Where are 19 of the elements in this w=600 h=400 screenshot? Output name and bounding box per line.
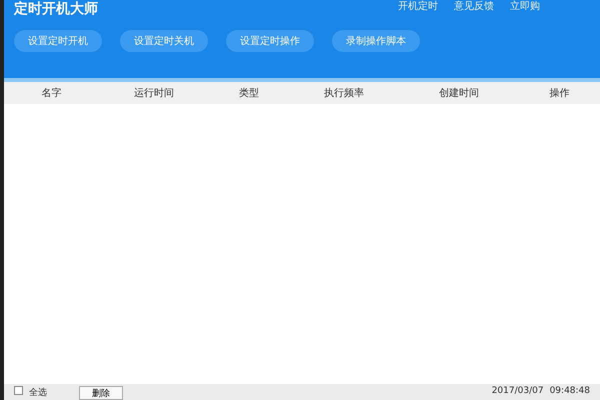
toolbar-button[interactable]: 设置定时操作 — [226, 30, 314, 52]
header-link[interactable]: 意见反馈 — [454, 1, 494, 13]
window-title: 定时开机大师 — [14, 1, 98, 17]
column-header: 运行时间 — [133, 86, 175, 100]
column-header: 名字 — [40, 86, 62, 100]
toolbar-button[interactable]: 设置定时关机 — [120, 30, 208, 52]
column-header: 执行频率 — [323, 86, 365, 100]
date-text: 2017/03/07 — [492, 386, 544, 396]
select-all-label: 全选 — [29, 386, 47, 399]
column-header: 创建时间 — [438, 86, 480, 100]
header-link[interactable]: 立即购 — [510, 1, 540, 13]
time-text: 09:48:48 — [550, 386, 590, 396]
delete-button[interactable]: 删除 — [79, 386, 123, 400]
header-link[interactable]: 开机定时 — [398, 1, 438, 13]
column-header: 操作 — [548, 87, 570, 100]
toolbar-button[interactable]: 设置定时开机 — [14, 30, 102, 52]
column-header: 类型 — [238, 86, 260, 100]
select-all-checkbox[interactable] — [14, 386, 23, 395]
toolbar-button[interactable]: 录制操作脚本 — [332, 30, 420, 52]
